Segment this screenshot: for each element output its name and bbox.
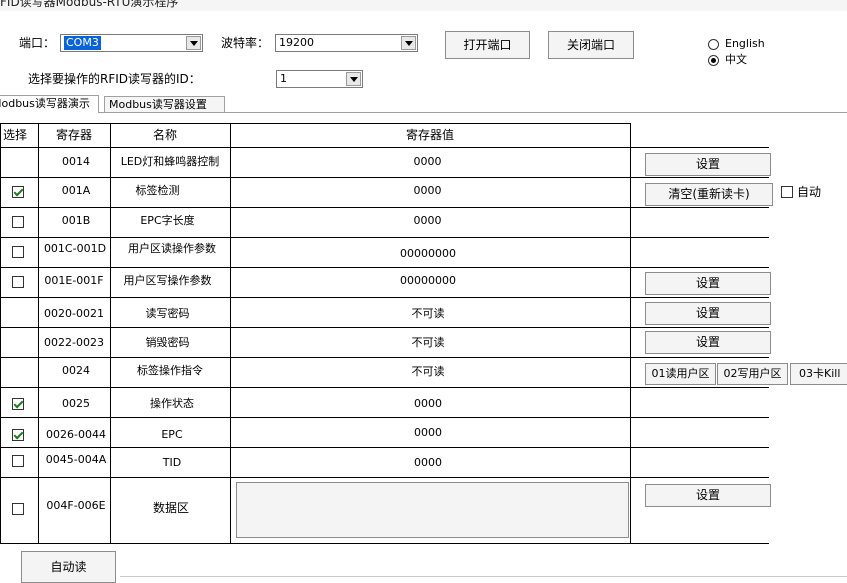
device-id-select[interactable]: 1 <box>276 70 363 88</box>
row-register: 0020-0021 <box>44 307 104 320</box>
grid-line <box>0 123 1 543</box>
chevron-down-icon[interactable] <box>186 36 201 50</box>
open-port-button[interactable]: 打开端口 <box>445 31 530 59</box>
kill-tag-button[interactable]: 03卡Kill <box>790 363 847 385</box>
grid-line <box>0 237 769 238</box>
chinese-label: 中文 <box>725 53 747 66</box>
row-value: 不可读 <box>411 307 445 320</box>
row-register: 004F-006E <box>46 499 106 512</box>
row-register: 0026-0044 <box>46 428 106 441</box>
row-checkbox[interactable] <box>12 246 24 258</box>
auto-checkbox[interactable] <box>781 186 793 198</box>
row-register: 0024 <box>62 364 90 377</box>
chevron-down-icon[interactable] <box>346 72 361 86</box>
device-id-value: 1 <box>280 72 287 85</box>
write-user-area-button[interactable]: 02写用户区 <box>717 363 788 385</box>
row-register: 001E-001F <box>44 274 104 287</box>
row-value: 00000000 <box>400 247 456 260</box>
port-select[interactable]: COM3 <box>60 34 203 52</box>
row-name: 标签检测 <box>135 184 180 197</box>
grid-line <box>0 477 769 478</box>
row-name: EPC <box>161 428 183 441</box>
english-label: English <box>725 37 765 50</box>
device-id-label: 选择要操作的RFID读写器的ID： <box>28 72 201 86</box>
row-name: 标签操作指令 <box>137 364 203 377</box>
clear-reread-button[interactable]: 清空(重新读卡) <box>645 183 773 206</box>
row-value: 0000 <box>413 155 442 168</box>
grid-line <box>0 417 769 418</box>
window-title: FID读写器Modbus-RTU演示程序 <box>0 0 847 11</box>
row-register: 0014 <box>62 155 90 168</box>
row-register: 0025 <box>62 397 90 410</box>
baud-select[interactable]: 19200 <box>275 34 418 52</box>
grid-line <box>0 207 769 208</box>
grid-line <box>0 387 769 388</box>
data-area-textarea[interactable] <box>236 482 629 538</box>
header-name: 名称 <box>152 128 177 142</box>
baud-value: 19200 <box>279 36 314 49</box>
grid-line <box>0 267 769 268</box>
grid-line <box>0 177 769 178</box>
row-checkbox[interactable] <box>12 276 24 288</box>
row-checkbox[interactable] <box>12 398 24 410</box>
close-port-button[interactable]: 关闭端口 <box>548 31 634 59</box>
row-checkbox[interactable] <box>12 455 24 467</box>
auto-label: 自动 <box>797 185 822 199</box>
set-button[interactable]: 设置 <box>645 484 771 507</box>
row-value: 00000000 <box>400 274 456 287</box>
header-register: 寄存器 <box>55 128 92 142</box>
grid-line <box>630 123 631 543</box>
grid-line <box>0 543 769 544</box>
row-checkbox[interactable] <box>12 186 24 198</box>
read-user-area-button[interactable]: 01读用户区 <box>645 363 716 385</box>
tab-settings[interactable]: Modbus读写器设置 <box>104 96 225 112</box>
header-select: 选择 <box>2 128 27 142</box>
grid-line <box>0 297 769 298</box>
row-name: 用户区读操作参数 <box>128 242 216 255</box>
row-name: 数据区 <box>152 501 189 515</box>
row-value: 不可读 <box>411 336 445 349</box>
row-value: 不可读 <box>411 365 445 378</box>
row-name: 用户区写操作参数 <box>123 274 212 287</box>
row-name: EPC字长度 <box>140 214 195 227</box>
grid-line <box>120 576 847 577</box>
row-checkbox[interactable] <box>12 216 24 228</box>
set-button[interactable]: 设置 <box>645 302 771 325</box>
row-value: 0000 <box>414 456 442 469</box>
chevron-down-icon[interactable] <box>401 36 416 50</box>
set-button[interactable]: 设置 <box>645 331 771 354</box>
row-name: 销毁密码 <box>145 336 190 349</box>
port-value: COM3 <box>64 36 101 50</box>
auto-read-button[interactable]: 自动读 <box>21 551 116 583</box>
grid-line <box>0 357 769 358</box>
tab-baseline <box>0 112 847 113</box>
row-name: LED灯和蜂鸣器控制 <box>120 155 220 168</box>
english-radio[interactable] <box>708 39 719 50</box>
row-value: 0000 <box>413 214 442 227</box>
row-checkbox[interactable] <box>12 503 24 515</box>
grid-line <box>0 447 769 448</box>
row-register: 001A <box>61 184 91 197</box>
port-label: 端口： <box>19 36 56 50</box>
set-button[interactable]: 设置 <box>645 153 771 176</box>
row-register: 001C-001D <box>43 242 107 255</box>
row-register: 0045-004A <box>45 453 107 466</box>
row-name: TID <box>162 456 182 469</box>
grid-line <box>0 147 769 148</box>
set-button[interactable]: 设置 <box>645 272 771 295</box>
row-checkbox[interactable] <box>12 429 24 441</box>
row-name: 读写密码 <box>145 307 190 320</box>
row-value: 0000 <box>413 184 442 197</box>
header-value: 寄存器值 <box>405 128 454 142</box>
grid-line <box>0 123 630 124</box>
grid-line <box>0 327 769 328</box>
tab-demo[interactable]: Modbus读写器演示 <box>0 95 99 113</box>
row-register: 0022-0023 <box>44 336 104 349</box>
chinese-radio[interactable] <box>708 55 719 66</box>
baud-label: 波特率： <box>221 36 270 50</box>
row-register: 001B <box>61 214 91 227</box>
row-value: 0000 <box>414 426 442 439</box>
row-name: 操作状态 <box>150 397 194 410</box>
row-value: 0000 <box>414 397 442 410</box>
